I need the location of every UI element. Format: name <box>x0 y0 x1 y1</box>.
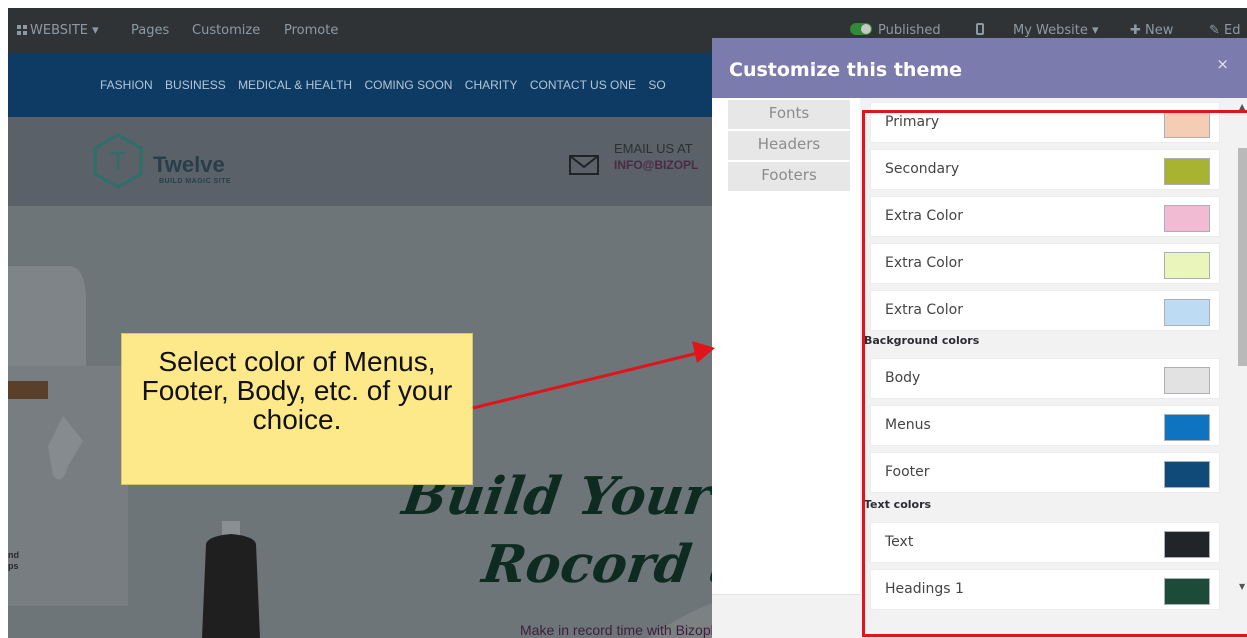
logo-hexagon-icon: T <box>93 133 143 189</box>
customize-menu[interactable]: Customize <box>192 23 260 38</box>
group-heading-text: Text colors <box>864 498 932 511</box>
color-swatch[interactable] <box>1164 252 1210 279</box>
nav-so[interactable]: SO <box>648 78 665 92</box>
website-menu-label: WEBSITE <box>30 23 88 38</box>
new-label: New <box>1145 23 1174 38</box>
color-label: Body <box>885 370 921 386</box>
color-row-extra-1[interactable]: Extra Color <box>870 196 1220 237</box>
scroll-down-icon[interactable]: ▼ <box>1239 582 1245 591</box>
tab-headers[interactable]: Headers <box>728 131 850 160</box>
color-label: Secondary <box>885 161 960 177</box>
nav-contact-us-one[interactable]: CONTACT US ONE <box>530 78 636 92</box>
dialog-footer <box>712 594 860 638</box>
tab-fonts[interactable]: Fonts <box>728 100 850 129</box>
published-toggle[interactable]: Published <box>850 23 941 38</box>
scrollbar-thumb[interactable] <box>1238 148 1247 366</box>
hero-side-text: nd ps <box>8 550 19 572</box>
color-label: Footer <box>885 464 930 480</box>
website-menu[interactable]: WEBSITE ▾ <box>17 23 99 38</box>
apps-grid-icon <box>17 25 27 35</box>
tab-footers[interactable]: Footers <box>728 162 850 191</box>
color-row-text[interactable]: Text <box>870 522 1220 563</box>
color-swatch[interactable] <box>1164 158 1210 185</box>
close-icon[interactable]: × <box>1216 55 1229 73</box>
nav-coming-soon[interactable]: COMING SOON <box>364 78 452 92</box>
panel-scrollbar[interactable]: ▲ ▼ <box>1238 102 1247 592</box>
color-swatch[interactable] <box>1164 461 1210 488</box>
color-row-menus[interactable]: Menus <box>870 405 1220 446</box>
screenshot-frame: WEBSITE ▾ Pages Customize Promote Publis… <box>8 8 1247 638</box>
color-settings-panel: Primary Secondary Extra Color Extra Colo… <box>860 98 1247 638</box>
color-swatch[interactable] <box>1164 299 1210 326</box>
color-swatch[interactable] <box>1164 578 1210 605</box>
color-label: Text <box>885 534 914 550</box>
color-row-secondary[interactable]: Secondary <box>870 149 1220 190</box>
color-label: Extra Color <box>885 208 963 224</box>
color-swatch[interactable] <box>1164 531 1210 558</box>
scroll-up-icon[interactable]: ▲ <box>1239 102 1245 111</box>
email-label: EMAIL US AT <box>614 141 693 156</box>
group-heading-background: Background colors <box>864 334 980 347</box>
color-label: Extra Color <box>885 302 963 318</box>
mobile-preview-button[interactable] <box>976 23 984 38</box>
side-text-line-1: nd <box>8 550 19 560</box>
color-row-body[interactable]: Body <box>870 358 1220 399</box>
site-nav-links: FASHION BUSINESS MEDICAL & HEALTH COMING… <box>100 78 675 92</box>
side-text-line-2: ps <box>8 561 19 571</box>
nav-fashion[interactable]: FASHION <box>100 78 153 92</box>
my-website-label: My Website <box>1013 23 1088 38</box>
color-row-primary[interactable]: Primary <box>870 102 1220 143</box>
promote-menu[interactable]: Promote <box>284 23 338 38</box>
color-label: Menus <box>885 417 931 433</box>
mobile-icon <box>976 23 984 35</box>
edit-button[interactable]: ✎ Ed <box>1209 23 1241 38</box>
logo-name[interactable]: Twelve <box>153 152 225 178</box>
color-row-footer[interactable]: Footer <box>870 452 1220 493</box>
email-link[interactable]: INFO@BIZOPL <box>614 158 698 172</box>
color-label: Headings 1 <box>885 581 964 597</box>
customize-theme-dialog: Customize this theme × Fonts Headers Foo… <box>712 38 1247 638</box>
pencil-icon: ✎ <box>1209 23 1220 38</box>
color-label: Primary <box>885 114 940 130</box>
svg-text:T: T <box>110 146 126 176</box>
hero-subtitle: Make in record time with Bizople <box>520 622 722 638</box>
pages-menu[interactable]: Pages <box>131 23 169 38</box>
color-label: Extra Color <box>885 255 963 271</box>
color-row-extra-2[interactable]: Extra Color <box>870 243 1220 284</box>
dialog-header: Customize this theme × <box>712 38 1247 98</box>
color-row-extra-3[interactable]: Extra Color <box>870 290 1220 331</box>
color-row-headings-1[interactable]: Headings 1 <box>870 569 1220 610</box>
color-swatch[interactable] <box>1164 111 1210 138</box>
nav-medical-health[interactable]: MEDICAL & HEALTH <box>238 78 352 92</box>
nav-business[interactable]: BUSINESS <box>165 78 226 92</box>
color-swatch[interactable] <box>1164 367 1210 394</box>
dialog-title: Customize this theme <box>729 59 963 81</box>
color-swatch[interactable] <box>1164 205 1210 232</box>
instruction-callout: Select color of Menus, Footer, Body, etc… <box>121 333 473 485</box>
nav-charity[interactable]: CHARITY <box>465 78 518 92</box>
dialog-tabs: Fonts Headers Footers <box>728 100 850 193</box>
logo-tagline: BUILD MAGIC SITE <box>159 178 232 185</box>
mail-icon <box>569 155 599 175</box>
published-label: Published <box>878 23 941 38</box>
edit-label: Ed <box>1224 23 1241 38</box>
my-website-menu[interactable]: My Website ▾ <box>1013 23 1099 38</box>
color-swatch[interactable] <box>1164 414 1210 441</box>
plus-icon: ✚ <box>1130 23 1141 38</box>
callout-text: Select color of Menus, Footer, Body, etc… <box>141 346 453 435</box>
toggle-icon <box>850 23 872 35</box>
new-button[interactable]: ✚ New <box>1130 23 1173 38</box>
